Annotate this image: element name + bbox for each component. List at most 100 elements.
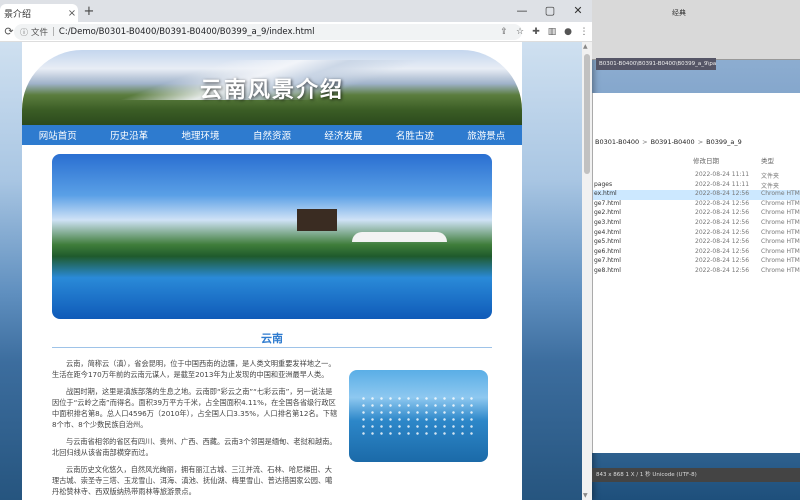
file-date: 2022-08-24 12:56 [695, 218, 750, 226]
file-type: Chrome HTML [761, 238, 800, 246]
file-name: pages [594, 180, 613, 188]
scroll-thumb[interactable] [584, 54, 590, 174]
paragraph: 与云南省相邻的省区有四川、贵州、广西、西藏。云南3个邻国是缅甸、老挝和越南。北回… [52, 437, 337, 457]
toolbar-icons: ⇪ ☆ ✚ ▥ ● ⋮ [498, 25, 590, 39]
file-date: 2022-08-24 12:56 [695, 238, 750, 246]
file-date: 2022-08-24 12:56 [695, 209, 750, 217]
page-viewport: 云南风景介绍 网站首页 历史沿革 地理环境 自然资源 经济发展 名胜古迹 旅游景… [0, 42, 582, 500]
file-date: 2022-08-24 12:56 [695, 228, 750, 236]
file-type: Chrome HTML [761, 266, 800, 274]
file-list: 2022-08-24 11:11 文件夹 pages 2022-08-24 11:11… [593, 171, 800, 277]
file-label: 文件 [31, 28, 49, 38]
breadcrumb-item[interactable]: B0399_a_9 [706, 138, 742, 146]
file-type: 文件夹 [761, 173, 780, 180]
file-row[interactable]: ge7.html 2022-08-24 12:56 Chrome HTML [593, 257, 800, 267]
hero-bridge [352, 232, 447, 242]
file-name: ge7.html [594, 257, 621, 265]
file-type: Chrome HTML [761, 199, 800, 207]
file-type: 文件夹 [761, 182, 780, 190]
file-type: Chrome HTML [761, 209, 800, 217]
background-windows: 经典 B0301-B0400\B0391-B0400\B0399_a_9\pag… [592, 0, 800, 500]
browser-window: 景介绍 × + — ▢ ✕ ⟳ ⓘ 文件 | C:/Demo/B0301-B04… [0, 0, 592, 500]
nav-link-geography[interactable]: 地理环境 [182, 128, 220, 142]
file-date: 2022-08-24 12:56 [695, 190, 750, 198]
file-name: ge7.html [594, 199, 621, 207]
column-headers: 修改日期 类型 [593, 155, 800, 167]
file-name: ge2.html [594, 209, 621, 217]
file-row[interactable]: ge6.html 2022-08-24 12:56 Chrome HTML [593, 248, 800, 258]
nav-link-sites[interactable]: 名胜古迹 [396, 128, 434, 142]
tab-strip: 景介绍 × + — ▢ ✕ [0, 0, 592, 22]
hero-landscape-image [52, 154, 492, 319]
page-scrollbar[interactable]: ▲ ▼ [582, 42, 592, 500]
new-tab-button[interactable]: + [82, 5, 96, 19]
web-page: 云南风景介绍 网站首页 历史沿革 地理环境 自然资源 经济发展 名胜古迹 旅游景… [22, 42, 522, 500]
file-name: ge6.html [594, 247, 621, 255]
breadcrumb-separator: > [697, 138, 704, 146]
file-date: 2022-08-24 12:56 [695, 199, 750, 207]
seagulls-lake-photo [349, 370, 488, 462]
minimize-button[interactable]: — [508, 0, 536, 22]
editor-status-bar: 843 x 868 1 X / 1 秒 Unicode (UTF-8) [592, 468, 800, 482]
tab-close-icon[interactable]: × [66, 8, 78, 19]
file-row[interactable]: ge7.html 2022-08-24 12:56 Chrome HTML [593, 200, 800, 210]
scroll-up-icon[interactable]: ▲ [583, 43, 588, 50]
file-date: 2022-08-24 12:56 [695, 247, 750, 255]
breadcrumb-item[interactable]: B0301-B0400 [595, 138, 639, 146]
maximize-button[interactable]: ▢ [536, 0, 564, 22]
profile-avatar-icon[interactable]: ● [562, 25, 574, 39]
nav-link-resources[interactable]: 自然资源 [253, 128, 291, 142]
info-icon[interactable]: ⓘ [20, 27, 28, 38]
bookmark-star-icon[interactable]: ☆ [514, 25, 526, 39]
file-row[interactable]: ge5.html 2022-08-24 12:56 Chrome HTML [593, 238, 800, 248]
photo-birds [359, 395, 479, 435]
file-type: Chrome HTML [761, 247, 800, 255]
breadcrumb-item[interactable]: B0391-B0400 [651, 138, 695, 146]
file-date: 2022-08-24 11:11 [695, 171, 750, 178]
nav-link-home[interactable]: 网站首页 [39, 128, 77, 142]
file-row[interactable]: 2022-08-24 11:11 文件夹 [593, 171, 800, 181]
breadcrumb: B0301-B0400 > B0391-B0400 > B0399_a_9 [595, 138, 742, 146]
article-content: 云南，简称云（滇），省会昆明，位于中国西南的边疆，是人类文明重要发祥地之一。生活… [52, 358, 338, 500]
url-text: C:/Demo/B0301-B0400/B0391-B0400/B0399_a_… [58, 27, 315, 37]
address-separator: | [52, 27, 55, 37]
file-row[interactable]: pages 2022-08-24 11:11 文件夹 [593, 181, 800, 191]
share-icon[interactable]: ⇪ [498, 25, 510, 39]
editor-window: 经典 [592, 0, 800, 60]
file-date: 2022-08-24 11:11 [695, 180, 750, 188]
close-window-button[interactable]: ✕ [564, 0, 592, 22]
file-name: ge4.html [594, 228, 621, 236]
sidepanel-icon[interactable]: ▥ [546, 25, 558, 39]
column-header-date[interactable]: 修改日期 [693, 155, 719, 165]
hero-pagoda [297, 209, 337, 231]
extensions-icon[interactable]: ✚ [530, 25, 542, 39]
toolbar: ⟳ ⓘ 文件 | C:/Demo/B0301-B0400/B0391-B0400… [0, 22, 592, 42]
tab-title: 景介绍 [4, 9, 32, 20]
nav-link-economy[interactable]: 经济发展 [324, 128, 362, 142]
section-title: 云南 [261, 332, 283, 345]
nav-link-history[interactable]: 历史沿革 [110, 128, 148, 142]
file-name: ge3.html [594, 218, 621, 226]
paragraph: 云南历史文化悠久，自然风光绚丽，拥有丽江古城、三江并流、石林、哈尼梯田、大理古城… [52, 465, 333, 496]
nav-link-tourism[interactable]: 旅游景点 [467, 128, 505, 142]
breadcrumb-separator: > [642, 138, 648, 146]
editor-window-title: 经典 [672, 9, 686, 17]
file-row[interactable]: ge8.html 2022-08-24 12:56 Chrome HTML [593, 267, 800, 277]
file-name: ge5.html [594, 238, 621, 246]
file-row[interactable]: ge4.html 2022-08-24 12:56 Chrome HTML [593, 229, 800, 239]
file-type: Chrome HTML [761, 257, 800, 265]
file-type: Chrome HTML [761, 218, 800, 226]
file-name: ex.html [594, 190, 617, 198]
file-date: 2022-08-24 12:56 [695, 257, 750, 265]
paragraph: 战国时期，这里是滇族部落的生息之地。云南即“彩云之南”“七彩云南”，另一说法是因… [52, 387, 338, 429]
file-row[interactable]: ge3.html 2022-08-24 12:56 Chrome HTML [593, 219, 800, 229]
menu-kebab-icon[interactable]: ⋮ [578, 25, 590, 39]
file-row[interactable]: ge2.html 2022-08-24 12:56 Chrome HTML [593, 209, 800, 219]
address-bar[interactable]: ⓘ 文件 | C:/Demo/B0301-B0400/B0391-B0400/B… [14, 24, 522, 40]
scroll-down-icon[interactable]: ▼ [583, 492, 588, 499]
file-row[interactable]: ex.html 2022-08-24 12:56 Chrome HTML [593, 190, 800, 200]
editor-path-tab[interactable]: B0301-B0400\B0391-B0400\B0399_a_9\pages\… [596, 58, 716, 70]
browser-tab[interactable]: 景介绍 × [0, 4, 78, 22]
header-banner: 云南风景介绍 [22, 50, 522, 125]
column-header-type[interactable]: 类型 [761, 155, 774, 165]
